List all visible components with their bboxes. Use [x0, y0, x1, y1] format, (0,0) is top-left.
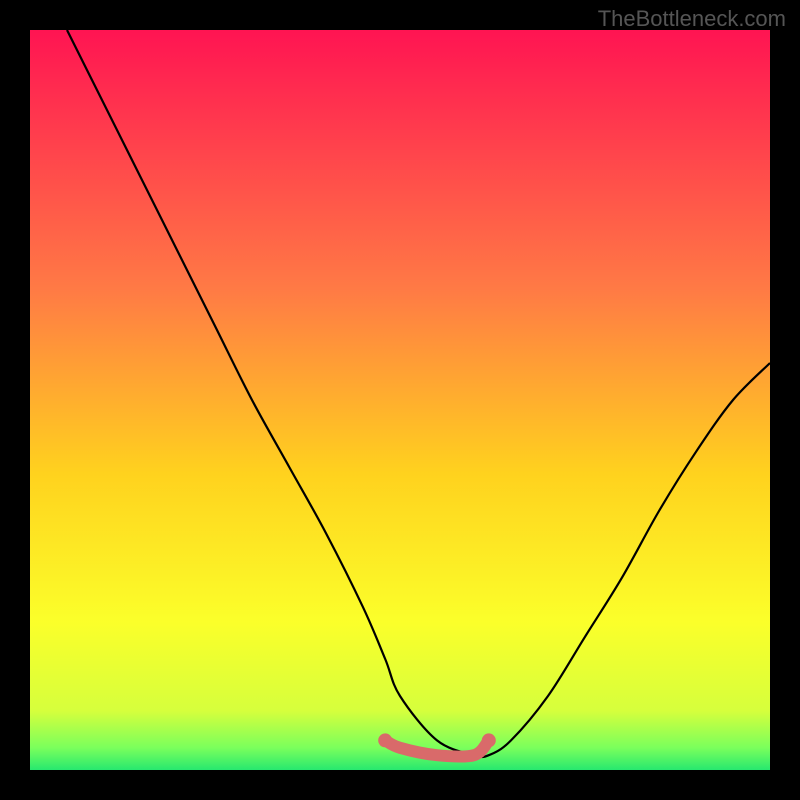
highlight-endpoint [378, 733, 392, 747]
watermark-text: TheBottleneck.com [598, 6, 786, 32]
chart-background [30, 30, 770, 770]
highlight-endpoint [482, 733, 496, 747]
chart-svg [30, 30, 770, 770]
chart-plot-area [30, 30, 770, 770]
